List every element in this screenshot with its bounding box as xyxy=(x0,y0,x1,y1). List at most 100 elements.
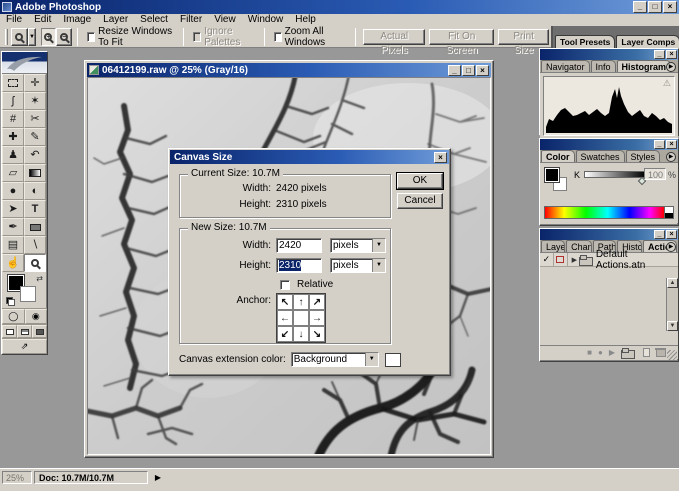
tab-channels[interactable]: Chan xyxy=(566,240,592,252)
action-check-icon[interactable]: ✓ xyxy=(540,253,554,267)
chevron-down-icon[interactable]: ▼ xyxy=(365,353,378,366)
history-brush-tool[interactable]: ↶ xyxy=(24,146,46,164)
background-color-swatch[interactable] xyxy=(20,286,36,302)
adobe-feather-logo[interactable] xyxy=(2,52,47,74)
doc-minimize-button[interactable]: _ xyxy=(448,65,461,76)
cancel-button[interactable]: Cancel xyxy=(397,193,443,209)
scroll-down-icon[interactable]: ▼ xyxy=(667,321,678,331)
ok-button[interactable]: OK xyxy=(397,173,443,189)
blur-tool[interactable]: ● xyxy=(2,182,24,200)
chevron-down-icon[interactable]: ▼ xyxy=(372,259,385,272)
tab-swatches[interactable]: Swatches xyxy=(576,150,625,162)
fullscreen-menubar-mode-button[interactable] xyxy=(17,325,32,338)
palette-minimize-button[interactable]: _ xyxy=(654,230,665,239)
move-tool[interactable]: ✛ xyxy=(24,74,46,92)
new-action-button[interactable] xyxy=(643,348,650,357)
width-unit-select[interactable]: pixels ▼ xyxy=(330,238,386,253)
ramp-endcap[interactable] xyxy=(664,207,673,218)
doc-close-button[interactable]: × xyxy=(476,65,489,76)
new-width-input[interactable]: 2420 xyxy=(276,238,322,253)
zoom-tool-button[interactable] xyxy=(11,28,28,46)
tab-info[interactable]: Info xyxy=(591,60,616,72)
palette-minimize-button[interactable]: _ xyxy=(654,50,665,59)
shape-tool[interactable] xyxy=(24,218,46,236)
resize-grip[interactable] xyxy=(667,350,677,360)
hand-tool[interactable]: ☝ xyxy=(2,254,24,272)
dodge-tool[interactable]: ◐ xyxy=(24,182,46,200)
standard-mode-button[interactable]: ◯ xyxy=(2,309,25,324)
tab-navigator[interactable]: Navigator xyxy=(541,60,590,72)
anchor-bottom[interactable]: ↓ xyxy=(293,326,309,342)
extension-color-select[interactable]: Background ▼ xyxy=(291,352,379,367)
palette-close-button[interactable]: × xyxy=(666,230,677,239)
chevron-down-icon[interactable]: ▼ xyxy=(372,239,385,252)
zoom-in-button[interactable]: + xyxy=(41,28,57,46)
anchor-right[interactable]: → xyxy=(309,310,325,326)
palette-minimize-button[interactable]: _ xyxy=(654,140,665,149)
eyedropper-tool[interactable]: ∖ xyxy=(24,236,46,254)
histogram-palette-titlebar[interactable]: _ × xyxy=(540,49,678,60)
tab-layers[interactable]: Laye xyxy=(541,240,565,252)
k-value-field[interactable]: 100 xyxy=(644,168,666,180)
crop-tool[interactable]: # xyxy=(2,110,24,128)
palette-menu-icon[interactable]: ▶ xyxy=(666,152,676,162)
anchor-bottom-right[interactable]: ↘ xyxy=(309,326,325,342)
dialog-titlebar[interactable]: Canvas Size × xyxy=(170,150,449,164)
play-button[interactable]: ▶ xyxy=(609,348,615,357)
pen-tool[interactable]: ✒ xyxy=(2,218,24,236)
palette-close-button[interactable]: × xyxy=(666,140,677,149)
extension-color-swatch[interactable] xyxy=(385,353,401,367)
quick-mask-mode-button[interactable]: ◉ xyxy=(25,309,48,324)
expand-triangle-icon[interactable]: ▶ xyxy=(572,256,577,264)
menu-window[interactable]: Window xyxy=(242,14,290,26)
options-grip[interactable] xyxy=(5,29,8,45)
menu-select[interactable]: Select xyxy=(134,14,174,26)
menu-layer[interactable]: Layer xyxy=(97,14,134,26)
resize-windows-checkbox[interactable]: Resize Windows To Fit xyxy=(87,26,174,48)
palette-menu-icon[interactable]: ▶ xyxy=(666,62,676,72)
jump-to-imageready-button[interactable]: ⇗ xyxy=(2,339,47,354)
swap-colors-icon[interactable]: ⇄ xyxy=(36,274,43,283)
stop-button[interactable]: ■ xyxy=(587,348,592,357)
tab-color[interactable]: Color xyxy=(541,150,575,162)
doc-maximize-button[interactable]: □ xyxy=(462,65,475,76)
restore-button[interactable]: □ xyxy=(648,1,662,13)
fullscreen-mode-button[interactable] xyxy=(32,325,47,338)
tab-styles[interactable]: Styles xyxy=(626,150,661,162)
default-colors-icon[interactable] xyxy=(6,297,15,306)
anchor-top-right[interactable]: ↗ xyxy=(309,294,325,310)
new-height-input[interactable]: 2310 xyxy=(276,258,322,273)
minimize-button[interactable]: _ xyxy=(633,1,647,13)
color-spectrum-ramp[interactable] xyxy=(544,206,674,219)
status-menu-icon[interactable]: ▶ xyxy=(152,471,164,484)
zoom-all-windows-checkbox[interactable]: Zoom All Windows xyxy=(274,26,347,48)
menu-help[interactable]: Help xyxy=(289,14,322,26)
tab-layer-comps[interactable]: Layer Comps xyxy=(616,35,679,48)
menu-image[interactable]: Image xyxy=(57,14,97,26)
menu-file[interactable]: File xyxy=(0,14,28,26)
anchor-left[interactable]: ← xyxy=(277,310,293,326)
type-tool[interactable]: T xyxy=(24,200,46,218)
tab-tool-presets[interactable]: Tool Presets xyxy=(555,35,615,48)
slice-tool[interactable]: ✂ xyxy=(24,110,46,128)
height-unit-select[interactable]: pixels ▼ xyxy=(330,258,386,273)
anchor-top[interactable]: ↑ xyxy=(293,294,309,310)
actions-scrollbar[interactable]: ▲ ▼ xyxy=(666,278,678,331)
zoom-tool[interactable] xyxy=(24,254,46,272)
zoom-level-field[interactable]: 25% xyxy=(2,471,32,484)
relative-checkbox[interactable] xyxy=(280,280,290,290)
healing-brush-tool[interactable]: ✚ xyxy=(2,128,24,146)
eraser-tool[interactable]: ▱ xyxy=(2,164,24,182)
tab-histogram[interactable]: Histogram xyxy=(617,60,672,72)
gradient-tool[interactable] xyxy=(24,164,46,182)
delete-button[interactable] xyxy=(656,348,664,357)
notes-tool[interactable]: ▤ xyxy=(2,236,24,254)
menu-edit[interactable]: Edit xyxy=(28,14,57,26)
path-selection-tool[interactable]: ➤ xyxy=(2,200,24,218)
action-set-row[interactable]: ✓ ▶ Default Actions.atn xyxy=(540,253,678,267)
standard-screen-mode-button[interactable] xyxy=(2,325,17,338)
clone-stamp-tool[interactable]: ♟ xyxy=(2,146,24,164)
actions-palette-titlebar[interactable]: _ × xyxy=(540,229,678,240)
scroll-up-icon[interactable]: ▲ xyxy=(667,278,678,288)
rectangular-marquee-tool[interactable] xyxy=(2,74,24,92)
